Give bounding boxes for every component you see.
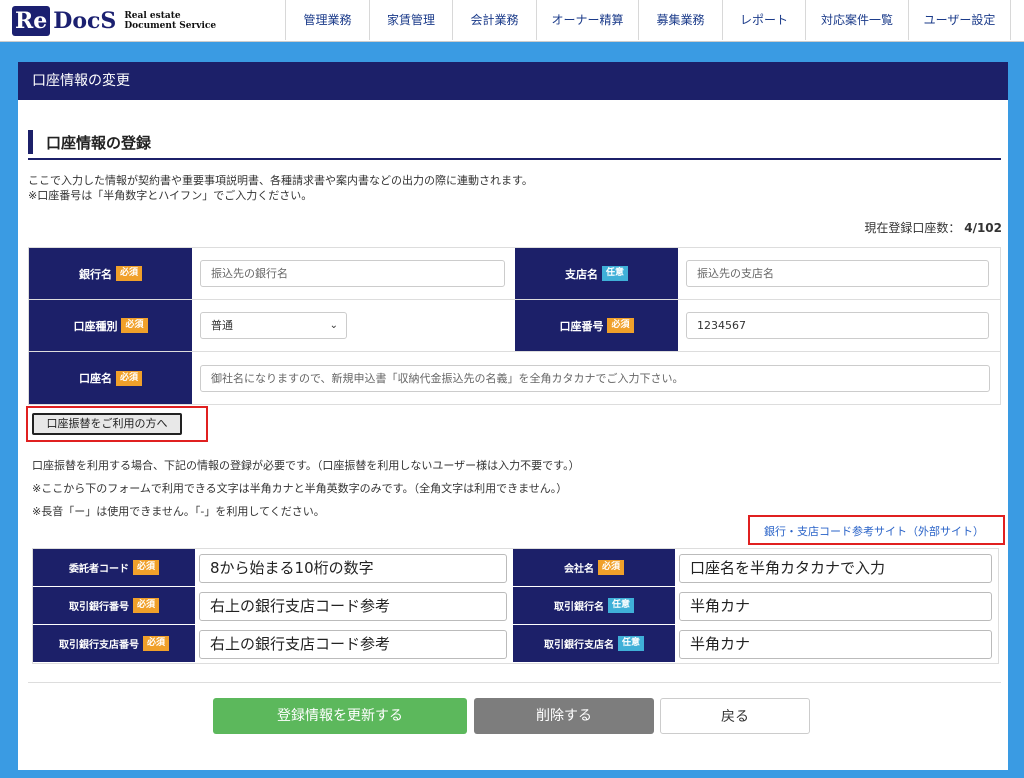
trade-branch-number-label: 取引銀行支店番号 必須 bbox=[33, 625, 195, 663]
nav-recruitment[interactable]: 募集業務 bbox=[638, 0, 722, 40]
branch-name-label: 支店名 任意 bbox=[515, 248, 679, 299]
form-row: 取引銀行番号 必須 右上の銀行支店コード参考 取引銀行名 任意 半角カナ bbox=[33, 587, 998, 625]
required-badge: 必須 bbox=[597, 560, 624, 575]
nav-cases[interactable]: 対応案件一覧 bbox=[805, 0, 908, 40]
branch-name-input[interactable]: 振込先の支店名 bbox=[686, 260, 989, 287]
trade-branch-name-label: 取引銀行支店名 任意 bbox=[513, 625, 675, 663]
furikae-form: 委託者コード 必須 8から始まる10桁の数字 会社名 必須 口座名を半角カタカナ… bbox=[32, 548, 999, 664]
furikae-note-2: ※ここから下のフォームで利用できる文字は半角カナと半角英数字のみです。（全角文字… bbox=[32, 482, 568, 495]
required-badge: 必須 bbox=[607, 318, 634, 333]
trade-bank-number-input[interactable]: 右上の銀行支店コード参考 bbox=[199, 591, 507, 621]
chevron-down-icon: ⌄ bbox=[329, 320, 338, 331]
section-notes: ここで入力した情報が契約書や重要事項説明書、各種請求書や案内書などの出力の際に連… bbox=[28, 173, 533, 203]
trade-branch-name-input[interactable]: 半角カナ bbox=[679, 629, 992, 659]
logo-re: Re bbox=[12, 6, 51, 36]
section-title-bar bbox=[28, 130, 33, 154]
delete-button[interactable]: 削除する bbox=[474, 698, 654, 734]
panel-title: 口座情報の変更 bbox=[18, 62, 1008, 100]
furikae-note-3: ※長音「ー」は使用できません。「-」を利用してください。 bbox=[32, 505, 325, 518]
consignor-code-input[interactable]: 8から始まる10桁の数字 bbox=[199, 553, 507, 583]
trade-bank-name-label: 取引銀行名 任意 bbox=[513, 587, 675, 625]
back-button[interactable]: 戻る bbox=[660, 698, 810, 734]
nav-owner-settlement[interactable]: オーナー精算 bbox=[536, 0, 638, 40]
form-row: 口座種別 必須 普通 ⌄ 口座番号 必須 1234567 bbox=[29, 300, 1000, 352]
furikae-notes: 口座振替を利用する場合、下記の情報の登録が必要です。（口座振替を利用しないユーザ… bbox=[32, 454, 580, 523]
form-row: 取引銀行支店番号 必須 右上の銀行支店コード参考 取引銀行支店名 任意 半角カナ bbox=[33, 625, 998, 663]
footer-divider bbox=[28, 682, 1001, 683]
section-title-text: 口座情報の登録 bbox=[46, 134, 152, 152]
nav-rent[interactable]: 家賃管理 bbox=[369, 0, 452, 40]
form-row: 銀行名 必須 振込先の銀行名 支店名 任意 振込先の支店名 bbox=[29, 248, 1000, 300]
bank-name-label: 銀行名 必須 bbox=[29, 248, 193, 299]
optional-badge: 任意 bbox=[601, 266, 628, 281]
company-name-label: 会社名 必須 bbox=[513, 549, 675, 587]
furikae-button-highlight: 口座振替をご利用の方へ bbox=[26, 406, 208, 442]
trade-bank-number-label: 取引銀行番号 必須 bbox=[33, 587, 195, 625]
main-panel: 口座情報の変更 口座情報の登録 ここで入力した情報が契約書や重要事項説明書、各種… bbox=[18, 62, 1008, 770]
account-number-label: 口座番号 必須 bbox=[515, 300, 679, 351]
top-header: Re DocS Real estate Document Service 管理業… bbox=[0, 0, 1024, 42]
logo-docs: DocS bbox=[53, 8, 117, 34]
account-holder-label: 口座名 必須 bbox=[29, 352, 193, 404]
required-badge: 必須 bbox=[142, 636, 169, 651]
trade-branch-number-input[interactable]: 右上の銀行支店コード参考 bbox=[199, 629, 507, 659]
account-count-value: 4/102 bbox=[964, 221, 1002, 235]
required-badge: 必須 bbox=[132, 560, 159, 575]
external-link-highlight: 銀行・支店コード参考サイト（外部サイト） bbox=[748, 515, 1005, 545]
account-count-label: 現在登録口座数： bbox=[864, 221, 961, 235]
required-badge: 必須 bbox=[115, 266, 142, 281]
nav-report[interactable]: レポート bbox=[722, 0, 805, 40]
logo-tagline: Real estate Document Service bbox=[124, 11, 217, 31]
bank-code-reference-link[interactable]: 銀行・支店コード参考サイト（外部サイト） bbox=[764, 523, 984, 539]
account-count: 現在登録口座数： 4/102 bbox=[864, 219, 1002, 236]
account-form: 銀行名 必須 振込先の銀行名 支店名 任意 振込先の支店名 口座種別 必須 普通 bbox=[28, 247, 1001, 405]
nav-management[interactable]: 管理業務 bbox=[285, 0, 369, 40]
furikae-note-1: 口座振替を利用する場合、下記の情報の登録が必要です。（口座振替を利用しないユーザ… bbox=[32, 459, 580, 472]
optional-badge: 任意 bbox=[607, 598, 634, 613]
account-type-select[interactable]: 普通 ⌄ bbox=[200, 312, 347, 339]
note-line-2: ※口座番号は「半角数字とハイフン」でご入力ください。 bbox=[28, 189, 313, 202]
furikae-info-button[interactable]: 口座振替をご利用の方へ bbox=[32, 413, 182, 435]
form-row: 委託者コード 必須 8から始まる10桁の数字 会社名 必須 口座名を半角カタカナ… bbox=[33, 549, 998, 587]
required-badge: 必須 bbox=[132, 598, 159, 613]
nav-user-settings[interactable]: ユーザー設定 bbox=[908, 0, 1011, 40]
note-line-1: ここで入力した情報が契約書や重要事項説明書、各種請求書や案内書などの出力の際に連… bbox=[28, 174, 533, 187]
optional-badge: 任意 bbox=[617, 636, 644, 651]
redocs-logo[interactable]: Re DocS Real estate Document Service bbox=[12, 6, 216, 36]
form-row: 口座名 必須 御社名になりますので、新規申込書「収納代金振込先の名義」を全角カタ… bbox=[29, 352, 1000, 404]
required-badge: 必須 bbox=[115, 370, 142, 386]
main-nav: 管理業務 家賃管理 会計業務 オーナー精算 募集業務 レポート 対応案件一覧 ユ… bbox=[285, 0, 1011, 40]
trade-bank-name-input[interactable]: 半角カナ bbox=[679, 591, 992, 621]
account-type-label: 口座種別 必須 bbox=[29, 300, 193, 351]
account-number-input[interactable]: 1234567 bbox=[686, 312, 989, 339]
nav-accounting[interactable]: 会計業務 bbox=[452, 0, 536, 40]
bank-name-input[interactable]: 振込先の銀行名 bbox=[200, 260, 505, 287]
section-title: 口座情報の登録 bbox=[28, 126, 1001, 160]
account-holder-input[interactable]: 御社名になりますので、新規申込書「収納代金振込先の名義」を全角カタカナでご入力下… bbox=[200, 364, 990, 392]
consignor-code-label: 委託者コード 必須 bbox=[33, 549, 195, 587]
update-button[interactable]: 登録情報を更新する bbox=[213, 698, 467, 734]
required-badge: 必須 bbox=[121, 318, 148, 333]
company-name-input[interactable]: 口座名を半角カタカナで入力 bbox=[679, 553, 992, 583]
